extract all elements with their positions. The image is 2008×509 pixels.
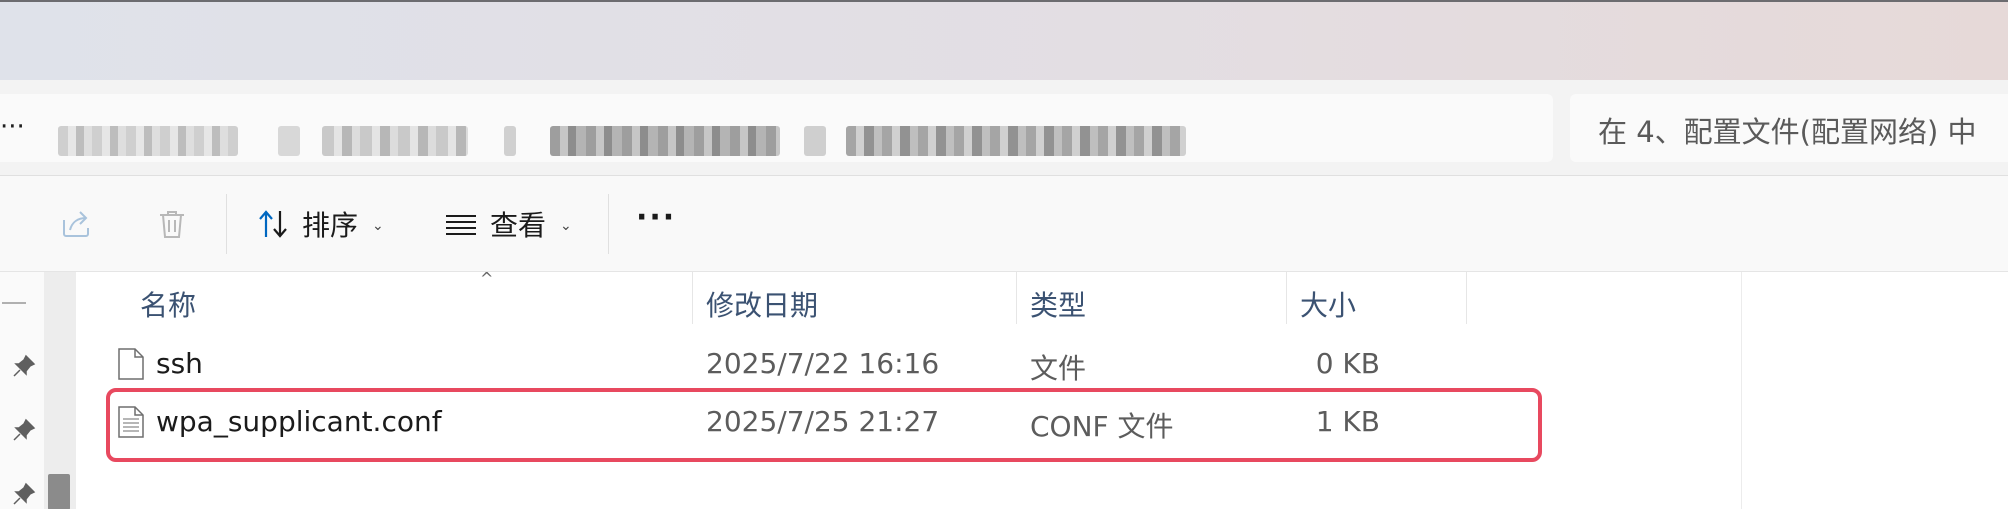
file-modified-date: 2025/7/22 16:16 (706, 347, 940, 380)
breadcrumb-separator (278, 126, 300, 156)
file-type: 文件 (1030, 352, 1087, 385)
search-placeholder: 在 4、配置文件(配置网络) 中 (1598, 115, 1977, 149)
more-options-button[interactable]: ··· (636, 200, 676, 235)
pin-icon[interactable] (12, 482, 36, 506)
pin-icon[interactable] (12, 418, 36, 442)
list-edge (1741, 272, 1742, 509)
breadcrumb-separator (804, 126, 826, 156)
column-divider[interactable] (1286, 272, 1287, 324)
chevron-down-icon: ⌄ (560, 218, 572, 234)
column-header-date[interactable]: 修改日期 (706, 284, 818, 324)
column-header-name[interactable]: 名称 (140, 284, 196, 324)
nav-divider (2, 302, 26, 304)
view-label: 查看 (490, 209, 547, 242)
column-header-size[interactable]: 大小 (1300, 284, 1356, 324)
breadcrumb-segment-obscured[interactable] (58, 126, 238, 156)
chevron-down-icon: ⌄ (372, 218, 384, 234)
trash-icon[interactable] (154, 206, 190, 242)
breadcrumb-segment-obscured[interactable] (322, 126, 468, 156)
file-size: 0 KB (1315, 347, 1380, 380)
file-icon (118, 348, 144, 380)
sort-icon (259, 210, 287, 238)
address-bar[interactable]: ··· (0, 94, 1553, 162)
file-row[interactable]: ssh 2025/7/22 16:16 文件 0 KB (106, 336, 1500, 392)
share-icon[interactable] (58, 206, 94, 242)
breadcrumb-separator (504, 126, 516, 156)
sort-ascending-indicator: ^ (480, 269, 494, 288)
toolbar-divider (608, 194, 609, 254)
file-explorer-window: ··· 在 4、配置文件(配置网络) 中 排序 ⌄ 查看 ⌄ ··· ^ 名称 … (0, 0, 2008, 509)
column-header-type[interactable]: 类型 (1030, 284, 1086, 324)
nav-scrollbar[interactable] (44, 272, 76, 509)
column-divider[interactable] (692, 272, 693, 324)
search-box[interactable]: 在 4、配置文件(配置网络) 中 (1570, 94, 2008, 162)
file-name: ssh (156, 347, 203, 380)
address-row: ··· 在 4、配置文件(配置网络) 中 (0, 80, 2008, 176)
command-bar: 排序 ⌄ 查看 ⌄ ··· (0, 176, 2008, 272)
sort-button[interactable]: 排序 ⌄ (256, 198, 384, 250)
annotation-highlight-box (106, 388, 1542, 462)
navigation-pane[interactable] (0, 272, 44, 509)
nav-scrollbar-thumb[interactable] (48, 474, 70, 509)
breadcrumb-segment-obscured[interactable] (550, 126, 780, 156)
breadcrumb-overflow-icon[interactable]: ··· (0, 114, 25, 140)
view-list-icon (446, 215, 476, 235)
column-divider[interactable] (1016, 272, 1017, 324)
column-divider[interactable] (1466, 272, 1467, 324)
pin-icon[interactable] (12, 354, 36, 378)
title-bar[interactable] (0, 0, 2008, 80)
toolbar-divider (226, 194, 227, 254)
sort-label: 排序 (302, 209, 359, 242)
breadcrumb-segment-obscured[interactable] (846, 126, 1186, 156)
view-button[interactable]: 查看 ⌄ (444, 198, 572, 250)
